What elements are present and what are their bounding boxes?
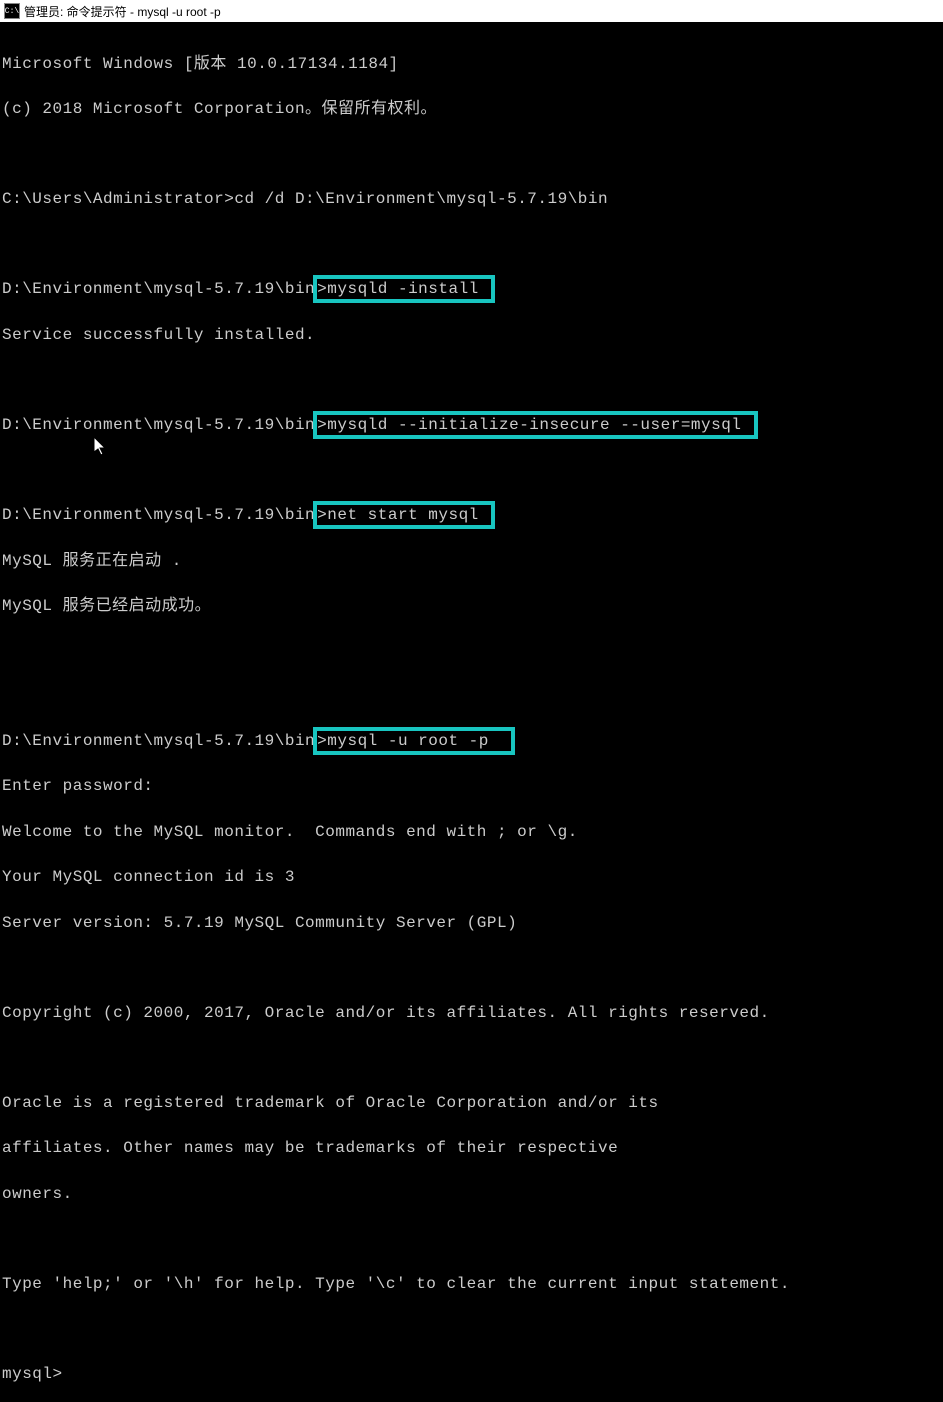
cmd-icon: C:\ [4,3,20,19]
prompt: D:\Environment\mysql-5.7.19\bin [2,416,315,434]
highlight-box: >net start mysql [313,501,495,529]
blank-line [2,144,941,166]
output-line: Welcome to the MySQL monitor. Commands e… [2,821,941,844]
output-line: Microsoft Windows [版本 10.0.17134.1184] [2,53,941,76]
output-line: Your MySQL connection id is 3 [2,866,941,889]
blank-line [2,641,941,663]
blank-line [2,369,941,391]
output-line: (c) 2018 Microsoft Corporation。保留所有权利。 [2,98,941,121]
blank-line [2,1228,941,1250]
output-line: Service successfully installed. [2,324,941,347]
prompt: D:\Environment\mysql-5.7.19\bin [2,280,315,298]
output-line: Oracle is a registered trademark of Orac… [2,1092,941,1115]
mysql-prompt: mysql> [2,1363,941,1386]
prompt-line: C:\Users\Administrator>cd /d D:\Environm… [2,188,941,211]
blank-line [2,460,941,482]
window-title: 管理员: 命令提示符 - mysql -u root -p [24,3,221,20]
blank-line [2,685,941,707]
prompt: C:\Users\Administrator> [2,190,234,208]
blank-line [2,234,941,256]
titlebar[interactable]: C:\ 管理员: 命令提示符 - mysql -u root -p [0,0,943,22]
terminal-output[interactable]: Microsoft Windows [版本 10.0.17134.1184] (… [0,22,943,1402]
prompt-line: D:\Environment\mysql-5.7.19\bin>mysqld -… [2,278,941,301]
prompt-line: D:\Environment\mysql-5.7.19\bin>mysql -u… [2,730,941,753]
command-text: cd /d D:\Environment\mysql-5.7.19\bin [234,190,608,208]
output-line: Server version: 5.7.19 MySQL Community S… [2,912,941,935]
prompt: D:\Environment\mysql-5.7.19\bin [2,732,315,750]
output-line: Copyright (c) 2000, 2017, Oracle and/or … [2,1002,941,1025]
highlight-box: >mysqld --initialize-insecure --user=mys… [313,411,757,439]
prompt-line: D:\Environment\mysql-5.7.19\bin>mysqld -… [2,414,941,437]
blank-line [2,957,941,979]
blank-line [2,1047,941,1069]
output-line: Type 'help;' or '\h' for help. Type '\c'… [2,1273,941,1296]
output-line: owners. [2,1183,941,1206]
prompt: D:\Environment\mysql-5.7.19\bin [2,506,315,524]
output-line: affiliates. Other names may be trademark… [2,1137,941,1160]
blank-line [2,1319,941,1341]
output-line: MySQL 服务已经启动成功。 [2,595,941,618]
highlight-box: >mysql -u root -p [313,727,515,755]
output-line: MySQL 服务正在启动 . [2,550,941,573]
highlight-box: >mysqld -install [313,275,495,303]
prompt-line: D:\Environment\mysql-5.7.19\bin>net star… [2,504,941,527]
output-line: Enter password: [2,775,941,798]
